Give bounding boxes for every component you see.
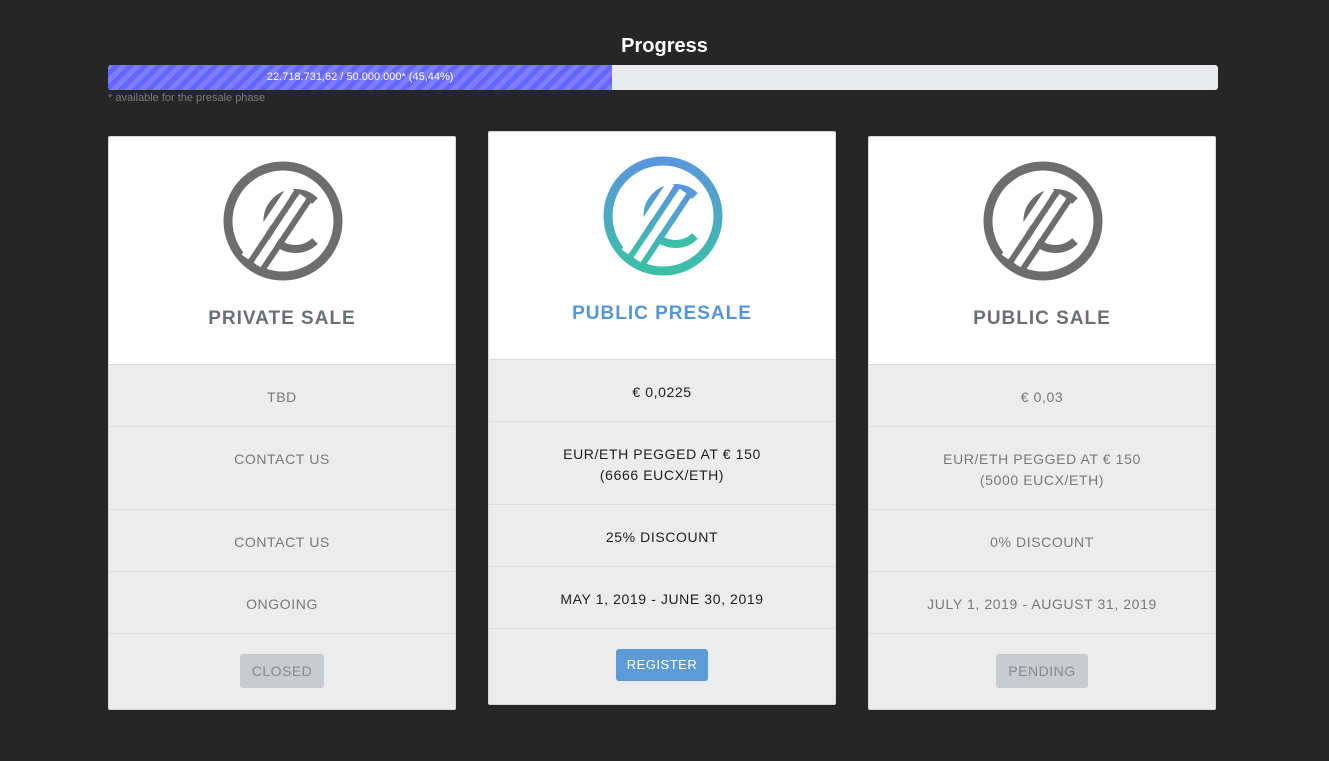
peg-line: EUR/ETH PEGGED AT € 150 bbox=[943, 451, 1141, 467]
progress-text: 22.718.731,62 / 50.000.000* (45,44%) bbox=[266, 71, 454, 83]
discount-row: CONTACT US bbox=[109, 510, 455, 572]
card-header: PUBLIC SALE bbox=[869, 137, 1215, 365]
period-value: MAY 1, 2019 - JUNE 30, 2019 bbox=[560, 591, 764, 607]
card-title: PUBLIC SALE bbox=[973, 308, 1111, 329]
peg-row: EUR/ETH PEGGED AT € 150 (6666 EUCX/ETH) bbox=[489, 422, 835, 505]
peg-row: EUR/ETH PEGGED AT € 150 (5000 EUCX/ETH) bbox=[869, 427, 1215, 510]
card-public-presale: PUBLIC PRESALE € 0,0225 EUR/ETH PEGGED A… bbox=[488, 131, 836, 705]
peg-rate: (6666 EUCX/ETH) bbox=[599, 467, 725, 483]
price-value: TBD bbox=[267, 389, 297, 405]
discount-row: 0% DISCOUNT bbox=[869, 510, 1215, 572]
progress-bar: 22.718.731,62 / 50.000.000* (45,44%) bbox=[108, 65, 1218, 90]
price-row: TBD bbox=[109, 365, 455, 427]
register-button[interactable]: REGISTER bbox=[615, 649, 709, 681]
progress-footnote: * available for the presale phase bbox=[108, 92, 266, 104]
peg-line: CONTACT US bbox=[234, 451, 330, 467]
closed-button[interactable]: CLOSED bbox=[239, 654, 325, 688]
action-row: PENDING bbox=[869, 634, 1215, 709]
discount-value: 25% DISCOUNT bbox=[605, 529, 719, 545]
card-private-sale: PRIVATE SALE TBD CONTACT US CONTACT US O… bbox=[108, 136, 456, 710]
euro-coin-icon bbox=[223, 161, 343, 281]
price-row: € 0,0225 bbox=[489, 360, 835, 422]
peg-rate: (5000 EUCX/ETH) bbox=[979, 472, 1105, 488]
card-title: PRIVATE SALE bbox=[208, 308, 356, 329]
peg-line: EUR/ETH PEGGED AT € 150 bbox=[563, 446, 761, 462]
discount-value: 0% DISCOUNT bbox=[990, 534, 1094, 550]
euro-coin-icon bbox=[983, 161, 1103, 281]
action-row: CLOSED bbox=[109, 634, 455, 709]
euro-coin-icon bbox=[603, 156, 723, 276]
discount-value: CONTACT US bbox=[234, 534, 330, 550]
period-row: ONGOING bbox=[109, 572, 455, 634]
price-value: € 0,03 bbox=[1020, 389, 1064, 405]
peg-row: CONTACT US bbox=[109, 427, 455, 510]
card-title: PUBLIC PRESALE bbox=[572, 303, 752, 324]
progress-title: Progress bbox=[621, 35, 708, 57]
price-row: € 0,03 bbox=[869, 365, 1215, 427]
action-row: REGISTER bbox=[489, 629, 835, 704]
card-header: PUBLIC PRESALE bbox=[489, 132, 835, 360]
period-value: JULY 1, 2019 - AUGUST 31, 2019 bbox=[927, 596, 1157, 612]
card-header: PRIVATE SALE bbox=[109, 137, 455, 365]
period-value: ONGOING bbox=[246, 596, 318, 612]
discount-row: 25% DISCOUNT bbox=[489, 505, 835, 567]
card-public-sale: PUBLIC SALE € 0,03 EUR/ETH PEGGED AT € 1… bbox=[868, 136, 1216, 710]
price-value: € 0,0225 bbox=[632, 384, 692, 400]
pending-button[interactable]: PENDING bbox=[996, 654, 1088, 688]
period-row: MAY 1, 2019 - JUNE 30, 2019 bbox=[489, 567, 835, 629]
period-row: JULY 1, 2019 - AUGUST 31, 2019 bbox=[869, 572, 1215, 634]
